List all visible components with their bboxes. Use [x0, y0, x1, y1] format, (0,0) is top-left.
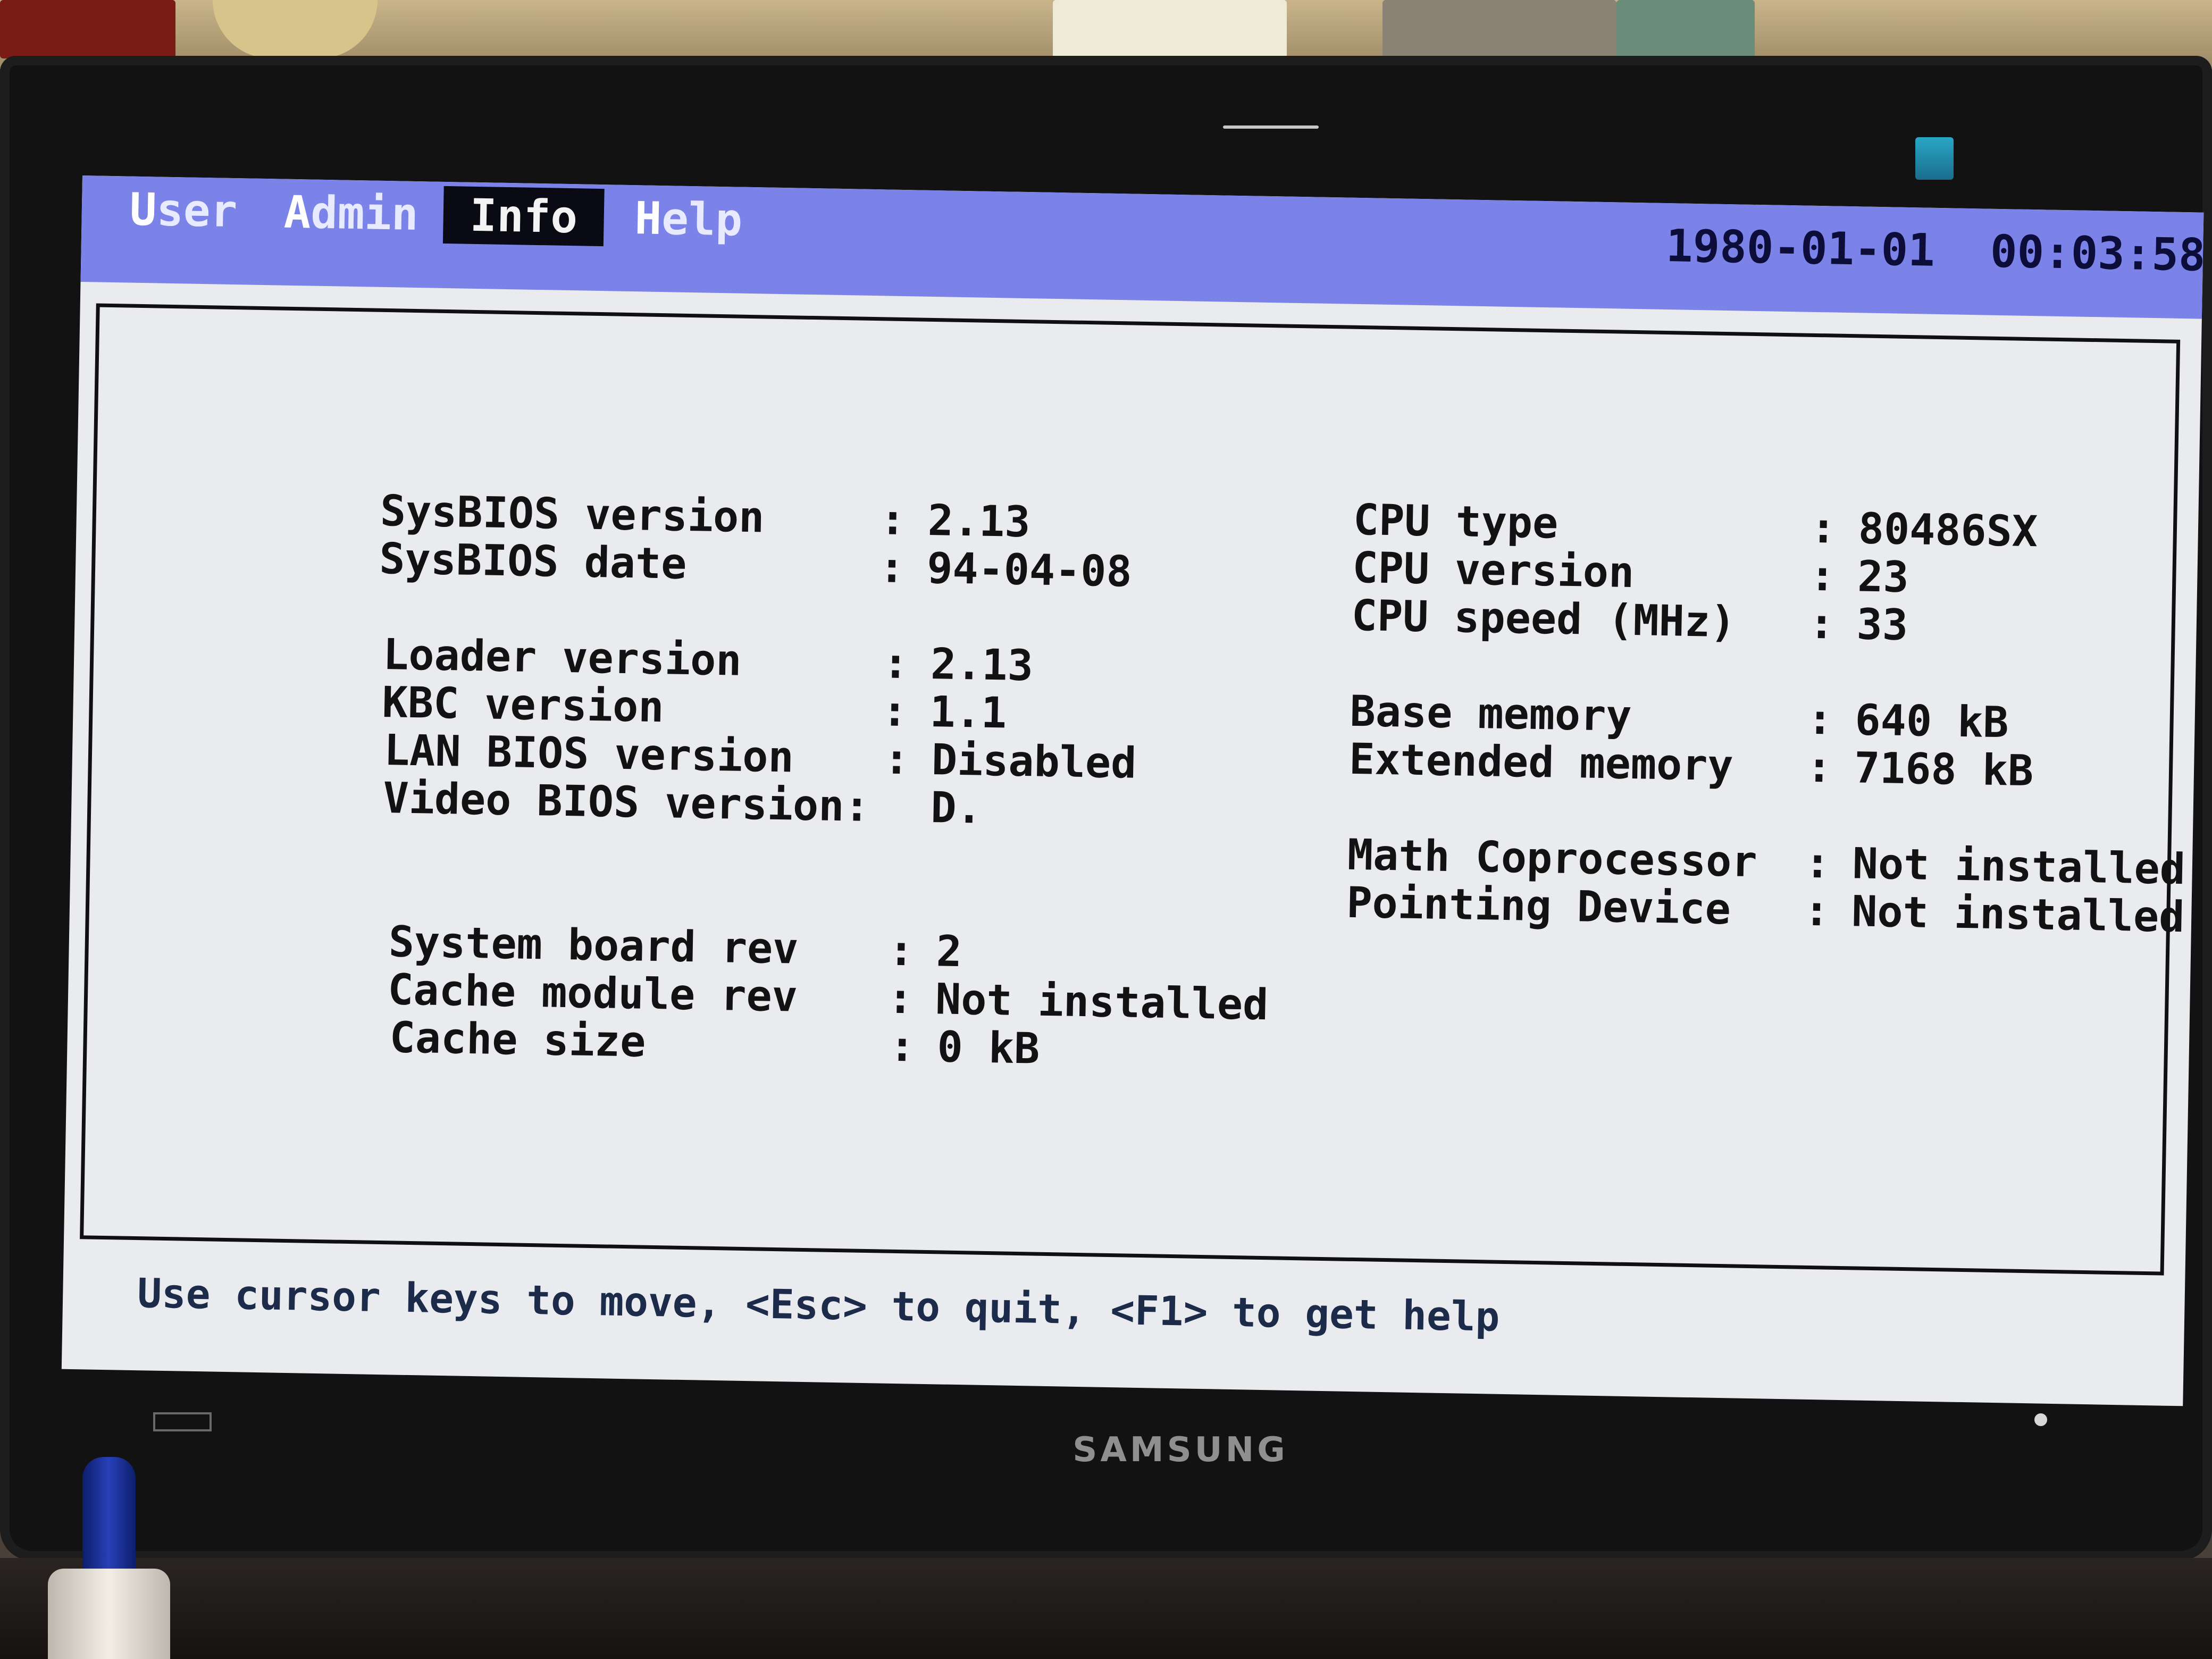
sticker: [1382, 0, 1616, 58]
menu-item-label: Info: [469, 189, 578, 244]
power-led-icon: [2034, 1413, 2047, 1426]
info-separator: :: [1806, 742, 1833, 792]
glue-bottle: [48, 1457, 170, 1659]
menu-hotkey: U: [129, 183, 157, 236]
info-value: 0 kB: [936, 1022, 1041, 1074]
menu-item-user[interactable]: User: [103, 180, 264, 240]
bios-screen: User Admin Info Help 1980-01-01 00:03:58…: [61, 175, 2204, 1406]
info-panel: SysBIOS version:2.13 SysBIOS date:94-04-…: [80, 303, 2186, 1276]
clock-time: 00:03:58: [1990, 225, 2204, 281]
info-value: 33: [1856, 599, 1908, 650]
clock-date: 1980-01-01: [1665, 220, 1936, 276]
info-separator: :: [889, 1021, 916, 1071]
energy-star-badge: [1915, 137, 1954, 180]
sticker: [1616, 0, 1755, 58]
info-value: D.: [930, 783, 983, 833]
menu-item-admin[interactable]: Admin: [257, 183, 446, 244]
input-source-icon: [153, 1412, 212, 1431]
info-separator: :: [878, 542, 906, 593]
info-label: Pointing Device: [1346, 877, 1731, 934]
info-separator: :: [1808, 598, 1835, 649]
info-label: Video BIOS version:: [382, 773, 870, 832]
info-value: Not installed: [1851, 886, 2185, 942]
bottle-body: [48, 1569, 170, 1659]
sticker: [0, 0, 175, 58]
menu-item-help[interactable]: Help: [608, 189, 769, 249]
desk-background-bottom: [0, 1558, 2212, 1659]
help-hint-text: Use cursor keys to move, <Esc> to quit, …: [137, 1269, 1501, 1340]
bezel-indicator-line: [1223, 125, 1319, 129]
info-separator: :: [1803, 885, 1830, 936]
menu-hotkey: H: [634, 192, 663, 245]
menu-hotkey: A: [283, 186, 312, 239]
menu-item-label: elp: [661, 192, 743, 246]
monitor-brand-logo: SAMSUNG: [1073, 1430, 1288, 1470]
menu-item-label: dmin: [310, 186, 419, 241]
menu-item-info[interactable]: Info: [442, 186, 605, 247]
sticker: [1053, 0, 1287, 58]
info-label: Cache size: [389, 1012, 647, 1067]
menu-item-label: ser: [156, 183, 238, 238]
bottle-cap: [82, 1457, 136, 1579]
